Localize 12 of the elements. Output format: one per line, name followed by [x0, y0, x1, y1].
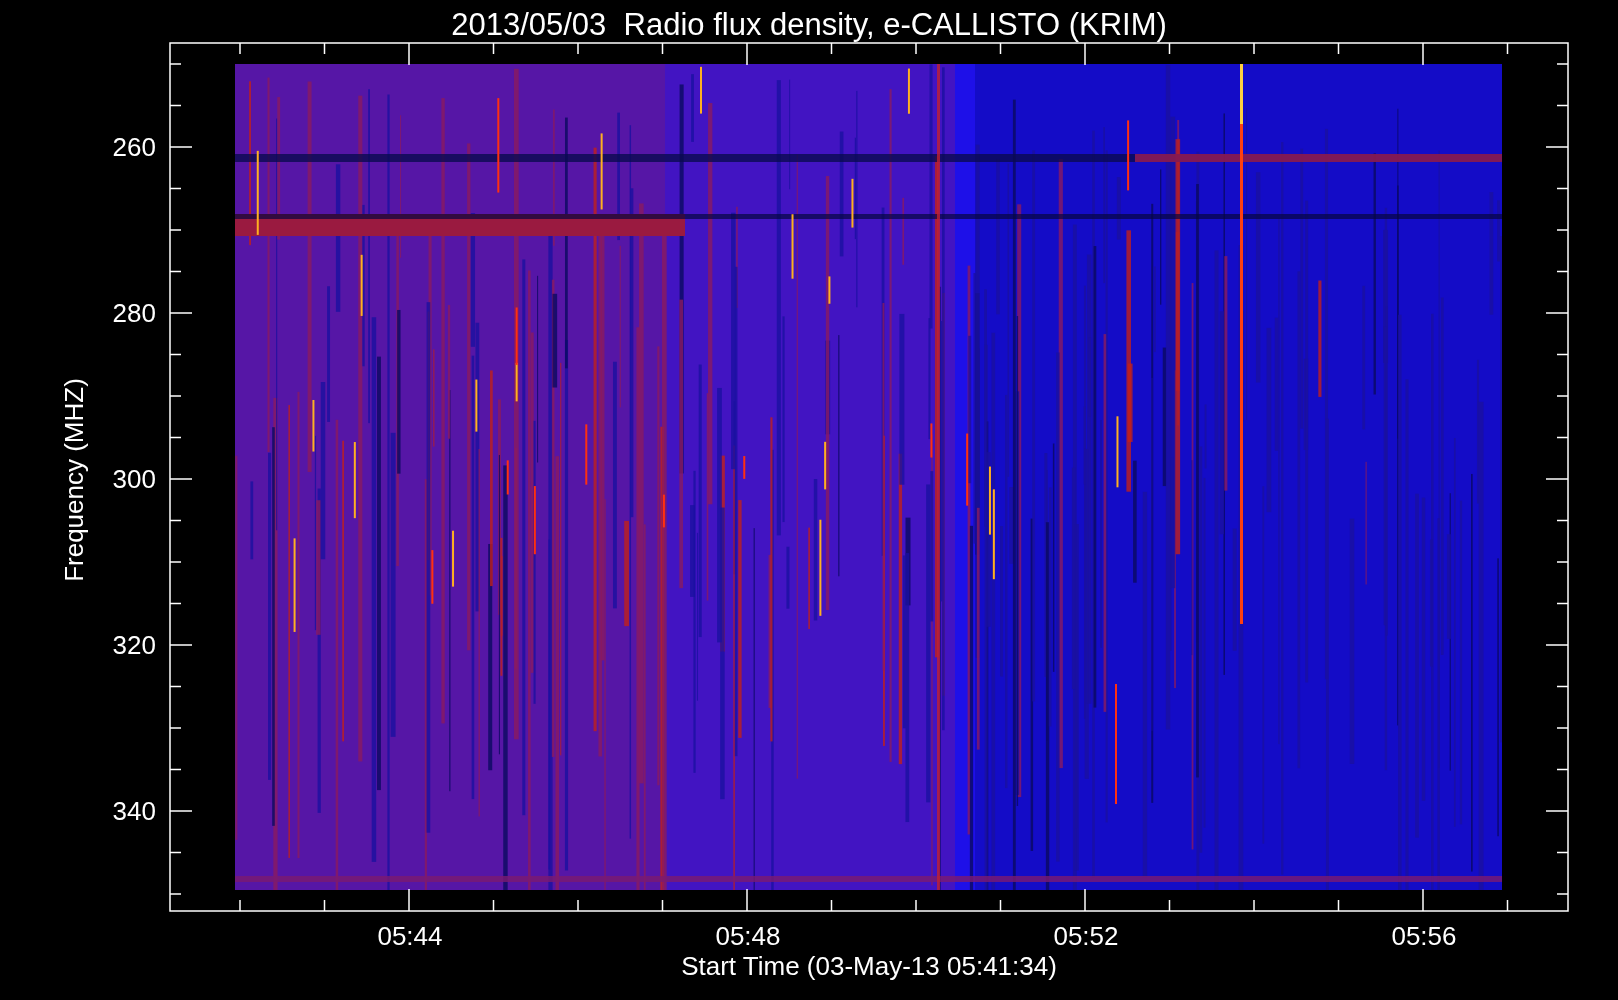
chart-title: 2013/05/03 Radio flux density, e-CALLISTO (KRIM) [450, 6, 1168, 44]
y-tick-label: 300 [111, 466, 156, 492]
y-tick-label: 280 [111, 300, 156, 326]
y-tick-label: 260 [111, 134, 156, 160]
x-tick-label: 05:52 [1052, 923, 1120, 949]
x-tick-label: 05:56 [1390, 923, 1458, 949]
y-tick-label: 320 [111, 632, 156, 658]
y-tick-label: 340 [111, 798, 156, 824]
x-axis-title: Start Time (03-May-13 05:41:34) [680, 953, 1058, 979]
x-tick-label: 05:48 [714, 923, 782, 949]
y-axis-title: Frequency (MHZ) [61, 377, 87, 584]
x-tick-label: 05:44 [376, 923, 444, 949]
